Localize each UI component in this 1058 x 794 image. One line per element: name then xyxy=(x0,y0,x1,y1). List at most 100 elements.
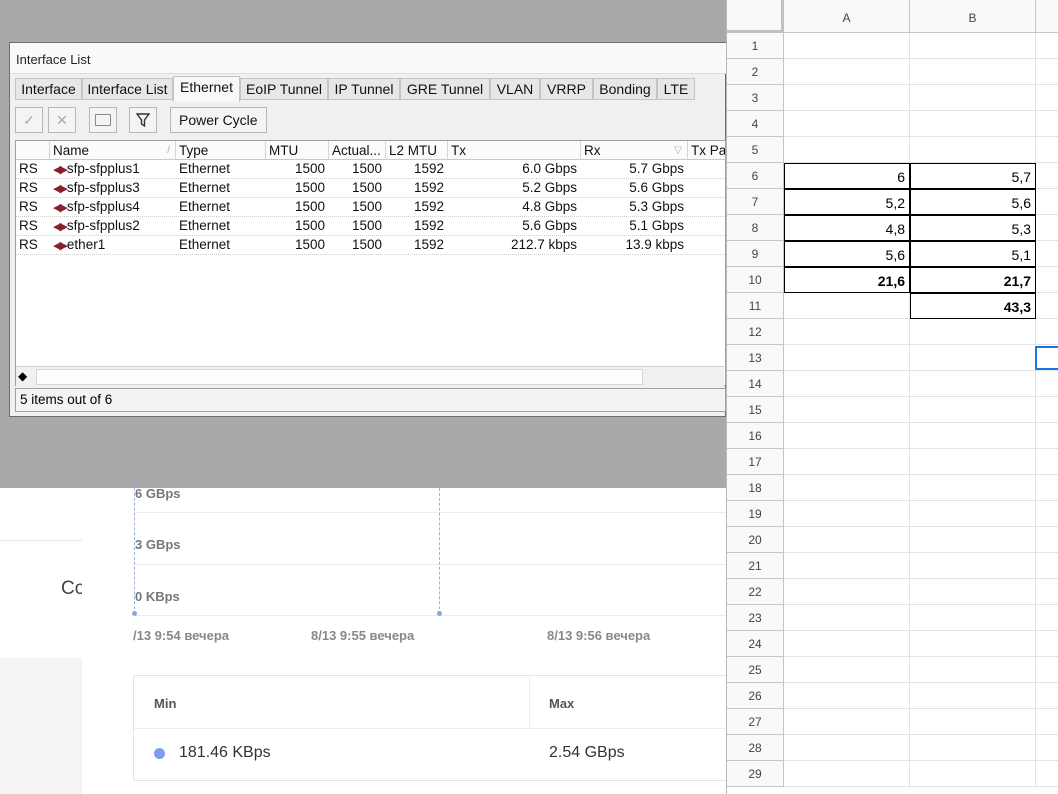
row-header[interactable]: 1 xyxy=(727,33,784,59)
cell-a5[interactable] xyxy=(784,137,910,163)
cell-b19[interactable] xyxy=(910,501,1036,527)
cell-b10[interactable]: 21,7 xyxy=(910,267,1036,293)
cell-c28[interactable] xyxy=(1036,735,1058,761)
row-header[interactable]: 13 xyxy=(727,345,784,371)
cell-c27[interactable] xyxy=(1036,709,1058,735)
cell-a25[interactable] xyxy=(784,657,910,683)
cell-a15[interactable] xyxy=(784,397,910,423)
cell-b2[interactable] xyxy=(910,59,1036,85)
cell-b7[interactable]: 5,6 xyxy=(910,189,1036,215)
cell-a23[interactable] xyxy=(784,605,910,631)
cell-b25[interactable] xyxy=(910,657,1036,683)
row-header[interactable]: 5 xyxy=(727,137,784,163)
cell-b16[interactable] xyxy=(910,423,1036,449)
cell-a19[interactable] xyxy=(784,501,910,527)
row-header[interactable]: 23 xyxy=(727,605,784,631)
cell-c10[interactable] xyxy=(1036,267,1058,293)
column-header-name[interactable]: Name / xyxy=(50,141,176,160)
row-header[interactable]: 10 xyxy=(727,267,784,293)
cell-b8[interactable]: 5,3 xyxy=(910,215,1036,241)
cell-b28[interactable] xyxy=(910,735,1036,761)
cell-c7[interactable] xyxy=(1036,189,1058,215)
tab-ethernet[interactable]: Ethernet xyxy=(173,76,240,102)
cell-a7[interactable]: 5,2 xyxy=(784,189,910,215)
cell-b15[interactable] xyxy=(910,397,1036,423)
tab-gre-tunnel[interactable]: GRE Tunnel xyxy=(400,78,490,100)
cell-a6[interactable]: 6 xyxy=(784,163,910,189)
cell-a13[interactable] xyxy=(784,345,910,371)
cell-b5[interactable] xyxy=(910,137,1036,163)
cell-c19[interactable] xyxy=(1036,501,1058,527)
cell-b20[interactable] xyxy=(910,527,1036,553)
cell-c14[interactable] xyxy=(1036,371,1058,397)
table-row[interactable]: RS ◀▶ether1 Ethernet 1500 1500 1592 212.… xyxy=(16,236,725,255)
cell-c20[interactable] xyxy=(1036,527,1058,553)
cell-a4[interactable] xyxy=(784,111,910,137)
cell-b24[interactable] xyxy=(910,631,1036,657)
row-header[interactable]: 8 xyxy=(727,215,784,241)
cell-b1[interactable] xyxy=(910,33,1036,59)
comment-button[interactable] xyxy=(89,107,117,133)
column-header-actual-mtu[interactable]: Actual... xyxy=(329,141,386,160)
cell-b26[interactable] xyxy=(910,683,1036,709)
row-header[interactable]: 15 xyxy=(727,397,784,423)
cell-c1[interactable] xyxy=(1036,33,1058,59)
cell-a22[interactable] xyxy=(784,579,910,605)
cell-b14[interactable] xyxy=(910,371,1036,397)
row-header[interactable]: 26 xyxy=(727,683,784,709)
row-header[interactable]: 21 xyxy=(727,553,784,579)
row-header[interactable]: 22 xyxy=(727,579,784,605)
cell-a3[interactable] xyxy=(784,85,910,111)
cell-a2[interactable] xyxy=(784,59,910,85)
cell-a28[interactable] xyxy=(784,735,910,761)
cell-a26[interactable] xyxy=(784,683,910,709)
cell-b17[interactable] xyxy=(910,449,1036,475)
cell-b3[interactable] xyxy=(910,85,1036,111)
column-header-l2-mtu[interactable]: L2 MTU xyxy=(386,141,448,160)
cell-b13[interactable] xyxy=(910,345,1036,371)
cell-c9[interactable] xyxy=(1036,241,1058,267)
cell-a20[interactable] xyxy=(784,527,910,553)
tab-ip-tunnel[interactable]: IP Tunnel xyxy=(328,78,400,100)
cell-c16[interactable] xyxy=(1036,423,1058,449)
column-header-rx[interactable]: Rx ▽ xyxy=(581,141,688,160)
row-header[interactable]: 25 xyxy=(727,657,784,683)
cell-c25[interactable] xyxy=(1036,657,1058,683)
row-header[interactable]: 17 xyxy=(727,449,784,475)
cell-c5[interactable] xyxy=(1036,137,1058,163)
cell-c26[interactable] xyxy=(1036,683,1058,709)
row-header[interactable]: 7 xyxy=(727,189,784,215)
cell-a18[interactable] xyxy=(784,475,910,501)
cell-c21[interactable] xyxy=(1036,553,1058,579)
tab-interface[interactable]: Interface xyxy=(15,78,82,100)
column-header-a[interactable]: A xyxy=(784,0,910,33)
cell-a21[interactable] xyxy=(784,553,910,579)
row-header[interactable]: 20 xyxy=(727,527,784,553)
filter-button[interactable] xyxy=(129,107,157,133)
spreadsheet[interactable]: A B 1 2 3 4 5 6 7 8 9 10 11 12 13 14 15 16 17 18 19 20 21 22 2… xyxy=(726,0,1058,794)
cell-a9[interactable]: 5,6 xyxy=(784,241,910,267)
cell-b12[interactable] xyxy=(910,319,1036,345)
select-all-corner[interactable] xyxy=(727,0,784,33)
scrollbar-thumb[interactable] xyxy=(36,369,643,385)
row-header[interactable]: 14 xyxy=(727,371,784,397)
cell-b4[interactable] xyxy=(910,111,1036,137)
cell-b11[interactable]: 43,3 xyxy=(910,293,1036,319)
row-header[interactable]: 9 xyxy=(727,241,784,267)
row-header[interactable]: 3 xyxy=(727,85,784,111)
cell-c6[interactable] xyxy=(1036,163,1058,189)
column-header-tx[interactable]: Tx xyxy=(448,141,581,160)
cell-a16[interactable] xyxy=(784,423,910,449)
cell-a17[interactable] xyxy=(784,449,910,475)
cell-b27[interactable] xyxy=(910,709,1036,735)
cell-a8[interactable]: 4,8 xyxy=(784,215,910,241)
row-header[interactable]: 4 xyxy=(727,111,784,137)
horizontal-scrollbar[interactable]: ◆ xyxy=(16,366,724,386)
row-header[interactable]: 27 xyxy=(727,709,784,735)
cell-a12[interactable] xyxy=(784,319,910,345)
tab-eoip-tunnel[interactable]: EoIP Tunnel xyxy=(240,78,328,100)
cell-b18[interactable] xyxy=(910,475,1036,501)
tab-lte[interactable]: LTE xyxy=(657,78,695,100)
cell-c24[interactable] xyxy=(1036,631,1058,657)
cell-a1[interactable] xyxy=(784,33,910,59)
